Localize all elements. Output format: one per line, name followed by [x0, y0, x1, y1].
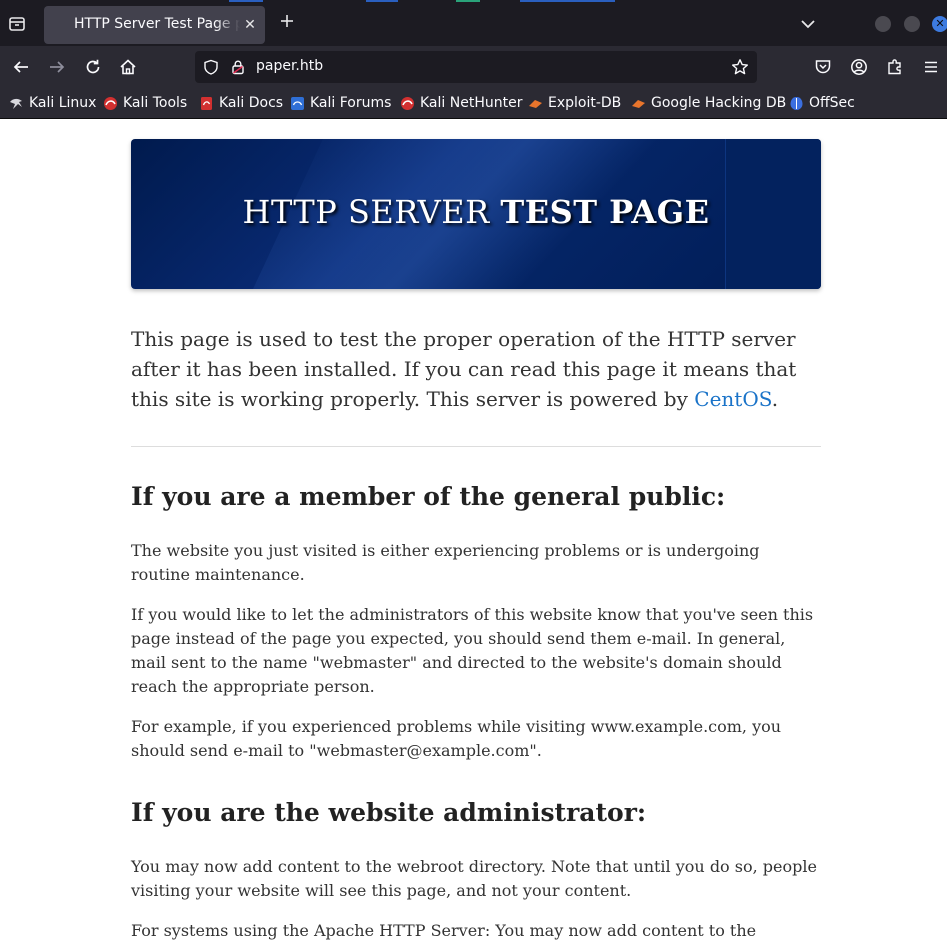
address-bar[interactable]: paper.htb: [195, 51, 757, 83]
new-tab-button[interactable]: [276, 12, 298, 34]
kali-dragon-icon: [9, 96, 24, 111]
bookmark-label: Kali Linux: [29, 95, 97, 111]
banner-title: HTTP SERVER TEST PAGE: [242, 193, 710, 231]
bookmark-label: Kali Docs: [219, 95, 284, 111]
chevron-down-icon: [801, 20, 815, 29]
public-heading: If you are a member of the general publi…: [131, 482, 726, 511]
ghdb-icon: [631, 96, 646, 111]
bookmark-kali-nethunter[interactable]: Kali NetHunter: [400, 94, 522, 112]
admin-paragraph-1: You may now add content to the webroot d…: [131, 857, 817, 900]
browser-chrome: HTTP Server Test Page powered by CentOS …: [0, 0, 947, 119]
bookmarks-toolbar: Kali Linux Kali Tools Kali Docs Kali For…: [0, 88, 947, 119]
public-paragraph-3: For example, if you experienced problems…: [131, 717, 782, 760]
hamburger-menu-icon: [925, 61, 937, 73]
kali-forums-icon: [290, 96, 305, 111]
forward-button[interactable]: [46, 56, 68, 78]
kali-tools-icon: [103, 96, 118, 111]
page-content: HTTP SERVER TEST PAGE This page is used …: [0, 119, 947, 940]
lock-icon[interactable]: [229, 58, 247, 76]
bookmark-label: Exploit-DB: [548, 95, 622, 111]
plus-icon: [281, 15, 293, 27]
kali-nethunter-icon: [400, 96, 415, 111]
bookmark-label: Kali Tools: [123, 95, 188, 111]
menu-button[interactable]: [920, 56, 942, 78]
minimize-button[interactable]: [875, 16, 891, 32]
shield-icon[interactable]: [202, 58, 220, 76]
active-tab[interactable]: HTTP Server Test Page powered by CentOS …: [44, 6, 265, 44]
puzzle-icon: [888, 59, 901, 75]
arrow-right-icon: [50, 61, 65, 73]
exploit-db-icon: [528, 96, 543, 111]
bookmark-kali-forums[interactable]: Kali Forums: [290, 94, 391, 112]
pocket-icon: [815, 60, 831, 74]
lead-paragraph: This page is used to test the proper ope…: [131, 327, 797, 411]
tab-bar: HTTP Server Test Page powered by CentOS …: [0, 0, 947, 46]
back-button[interactable]: [10, 56, 32, 78]
admin-paragraph-2: For systems using the Apache HTTP Server…: [131, 921, 757, 940]
extensions-button[interactable]: [884, 56, 906, 78]
tab-overflow-button[interactable]: [798, 14, 818, 34]
account-icon: [851, 59, 867, 75]
bookmark-label: OffSec: [809, 95, 855, 111]
public-paragraph-1: The website you just visited is either e…: [131, 541, 760, 584]
reload-icon: [86, 59, 100, 74]
arrow-left-icon: [13, 61, 28, 73]
admin-heading: If you are the website administrator:: [131, 798, 647, 827]
bookmark-google-hacking-db[interactable]: Google Hacking DB: [631, 94, 786, 112]
url-text[interactable]: paper.htb: [256, 58, 323, 74]
kali-docs-icon: [199, 96, 214, 111]
close-window-button[interactable]: ✕: [932, 16, 947, 32]
bookmark-star-icon[interactable]: [731, 58, 749, 76]
centos-link[interactable]: CentOS: [694, 387, 771, 411]
bookmark-offsec[interactable]: OffSec: [789, 94, 855, 112]
home-button[interactable]: [117, 56, 139, 78]
close-tab-icon[interactable]: ✕: [241, 16, 259, 34]
bookmark-label: Kali NetHunter: [420, 95, 523, 111]
offsec-icon: [789, 96, 804, 111]
account-button[interactable]: [848, 56, 870, 78]
bookmark-label: Kali Forums: [310, 95, 392, 111]
taskbar-strip: [0, 0, 947, 3]
banner: HTTP SERVER TEST PAGE: [131, 139, 821, 289]
list-all-tabs-button[interactable]: [5, 12, 29, 36]
pocket-button[interactable]: [812, 56, 834, 78]
bookmark-kali-tools[interactable]: Kali Tools: [103, 94, 187, 112]
home-icon: [120, 59, 136, 75]
maximize-button[interactable]: [904, 16, 920, 32]
reload-button[interactable]: [82, 56, 104, 78]
navigation-toolbar: paper.htb: [0, 46, 947, 88]
public-paragraph-2: If you would like to let the administrat…: [131, 605, 814, 696]
bookmark-exploit-db[interactable]: Exploit-DB: [528, 94, 621, 112]
bookmark-kali-linux[interactable]: Kali Linux: [9, 94, 96, 112]
bookmark-kali-docs[interactable]: Kali Docs: [199, 94, 283, 112]
bookmark-label: Google Hacking DB: [651, 95, 787, 111]
tab-list-icon: [9, 17, 25, 31]
tab-title: HTTP Server Test Page powered by CentOS: [74, 16, 240, 32]
divider: [131, 446, 821, 447]
